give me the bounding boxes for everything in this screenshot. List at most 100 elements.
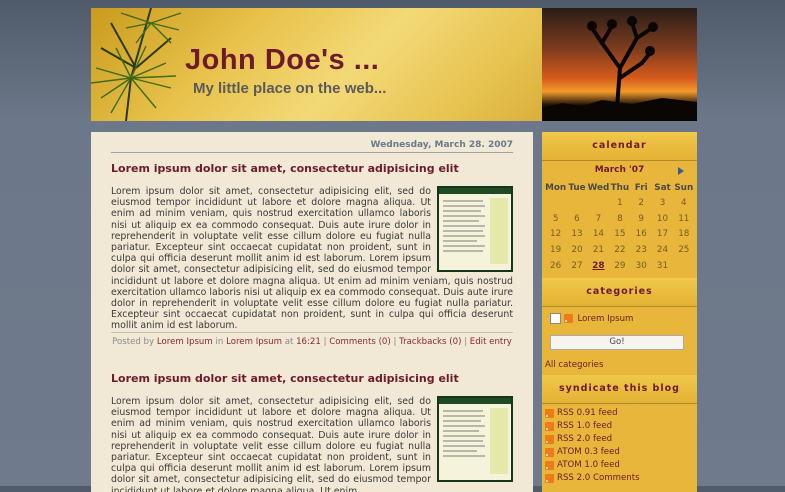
feed-icon[interactable] — [545, 473, 554, 483]
calendar-day — [673, 258, 694, 274]
calendar-month: March '07 — [594, 165, 645, 175]
calendar-day: 8 — [617, 213, 623, 224]
date-header: Wednesday, March 28. 2007 — [111, 140, 513, 153]
feed-link[interactable]: RSS 1.0 feed — [557, 421, 612, 431]
syndicate-title: syndicate this blog — [542, 375, 697, 404]
calendar-day: 30 — [635, 261, 647, 272]
calendar-day-header: Thu — [610, 182, 630, 193]
post-footer: Posted by Lorem Ipsum in Lorem Ipsum at … — [111, 332, 513, 347]
calendar-day: 18 — [678, 229, 690, 240]
calendar-day-header: Sat — [654, 182, 671, 193]
calendar-day: 23 — [635, 245, 647, 256]
site-title[interactable]: John Doe's ... — [185, 44, 379, 77]
calendar-grid: Mon Tue Wed Thu Fri Sat Sun 1 2 3 4 5 6 7 8 9 10 11 12 13 1… — [545, 180, 694, 274]
post-body: Lorem ipsum dolor sit amet, consectetur … — [111, 186, 513, 332]
feed-item: RSS 0.91 feed — [545, 408, 618, 419]
calendar-day: 22 — [614, 245, 626, 256]
calendar-day: 20 — [571, 245, 583, 256]
calendar-day: 1 — [617, 197, 623, 208]
category-checkbox[interactable] — [550, 313, 561, 324]
calendar-day: 25 — [678, 245, 690, 256]
calendar-day: 10 — [656, 213, 669, 224]
calendar-day: 2 — [638, 197, 644, 208]
go-button[interactable]: Go! — [550, 335, 684, 350]
calendar-day: 31 — [656, 261, 669, 272]
calendar-day: 7 — [595, 213, 602, 224]
feed-item: RSS 2.0 feed — [545, 434, 612, 445]
separator: | — [393, 337, 397, 347]
calendar-day-header: Sun — [674, 182, 694, 193]
feed-item: RSS 1.0 feed — [545, 421, 612, 432]
calendar-day: 14 — [592, 229, 605, 240]
calendar-day: 9 — [638, 213, 644, 224]
next-month-arrow-icon[interactable] — [678, 167, 684, 175]
post-body-text: Lorem ipsum dolor sit amet, consectetur … — [111, 396, 431, 492]
sidebar: calendar March '07 Mon Tue Wed Thu Fri Sat Sun… — [542, 132, 697, 492]
calendar-day — [588, 195, 610, 211]
calendar-day: 24 — [656, 245, 669, 256]
feed-icon[interactable] — [545, 408, 554, 418]
post-thumbnail-image[interactable] — [437, 396, 513, 482]
feed-icon[interactable] — [545, 447, 554, 457]
calendar-day-header: Tue — [568, 182, 586, 193]
calendar-day — [566, 195, 587, 211]
calendar-day: 21 — [592, 245, 605, 256]
calendar-day: 29 — [614, 261, 626, 272]
calendar-day-header: Mon — [545, 182, 567, 193]
calendar-day: 6 — [574, 213, 580, 224]
edit-entry-link[interactable]: Edit entry — [470, 337, 512, 347]
calendar-day: 12 — [550, 229, 562, 240]
all-categories-link[interactable]: All categories — [545, 360, 603, 370]
feed-icon[interactable] — [545, 460, 554, 470]
category-link[interactable]: Lorem Ipsum — [577, 314, 633, 324]
calendar-day: 26 — [550, 261, 562, 272]
feed-link[interactable]: RSS 0.91 feed — [557, 408, 618, 418]
feed-link[interactable]: ATOM 1.0 feed — [557, 460, 620, 470]
site-tagline: My little place on the web... — [193, 80, 387, 97]
post-title[interactable]: Lorem ipsum dolor sit amet, consectetur … — [111, 372, 459, 385]
calendar-day: 27 — [571, 261, 583, 272]
post-title[interactable]: Lorem ipsum dolor sit amet, consectetur … — [111, 162, 459, 175]
feed-icon[interactable] — [545, 434, 554, 444]
calendar-day — [545, 195, 566, 211]
site-header: John Doe's ... My little place on the we… — [91, 8, 697, 121]
joshua-tree-sunset-image — [542, 8, 697, 121]
separator: | — [323, 337, 327, 347]
in-label: in — [215, 337, 224, 347]
calendar-day: 3 — [659, 197, 666, 208]
calendar-day-header: Fri — [634, 182, 648, 193]
separator: | — [464, 337, 468, 347]
posted-by-label: Posted by — [112, 337, 155, 347]
calendar-day: 15 — [614, 229, 626, 240]
calendar-day: 5 — [552, 213, 559, 224]
calendar-title: calendar — [542, 132, 697, 161]
calendar-day: 4 — [680, 197, 687, 208]
feed-icon[interactable] — [545, 421, 554, 431]
feed-link[interactable]: ATOM 0.3 feed — [557, 447, 620, 457]
calendar-day: 17 — [656, 229, 669, 240]
category-item: Lorem Ipsum — [550, 313, 633, 325]
post-thumbnail-image[interactable] — [437, 186, 513, 272]
calendar-day: 13 — [571, 229, 583, 240]
trackbacks-link[interactable]: Trackbacks (0) — [399, 337, 461, 347]
feed-item: ATOM 1.0 feed — [545, 460, 620, 471]
feed-link[interactable]: RSS 2.0 Comments — [557, 473, 640, 483]
category-link[interactable]: Lorem Ipsum — [226, 337, 282, 347]
post-body: Lorem ipsum dolor sit amet, consectetur … — [111, 396, 513, 492]
feed-item: RSS 2.0 Comments — [545, 473, 640, 484]
at-label: at — [284, 337, 294, 347]
calendar-day: 19 — [550, 245, 562, 256]
calendar-day-header: Wed — [587, 182, 610, 193]
calendar-day: 16 — [635, 229, 647, 240]
yucca-plant-image — [91, 8, 182, 121]
rss-icon[interactable] — [563, 314, 573, 323]
main-content: Wednesday, March 28. 2007 Lorem ipsum do… — [91, 132, 533, 492]
calendar-day[interactable]: 28 — [588, 258, 610, 274]
feed-link[interactable]: RSS 2.0 feed — [557, 434, 612, 444]
calendar-day: 11 — [678, 213, 690, 224]
comments-link[interactable]: Comments (0) — [329, 337, 391, 347]
author-link[interactable]: Lorem Ipsum — [157, 337, 213, 347]
feed-item: ATOM 0.3 feed — [545, 447, 620, 458]
categories-title: categories — [542, 278, 697, 307]
time-link[interactable]: 16:21 — [296, 337, 321, 347]
